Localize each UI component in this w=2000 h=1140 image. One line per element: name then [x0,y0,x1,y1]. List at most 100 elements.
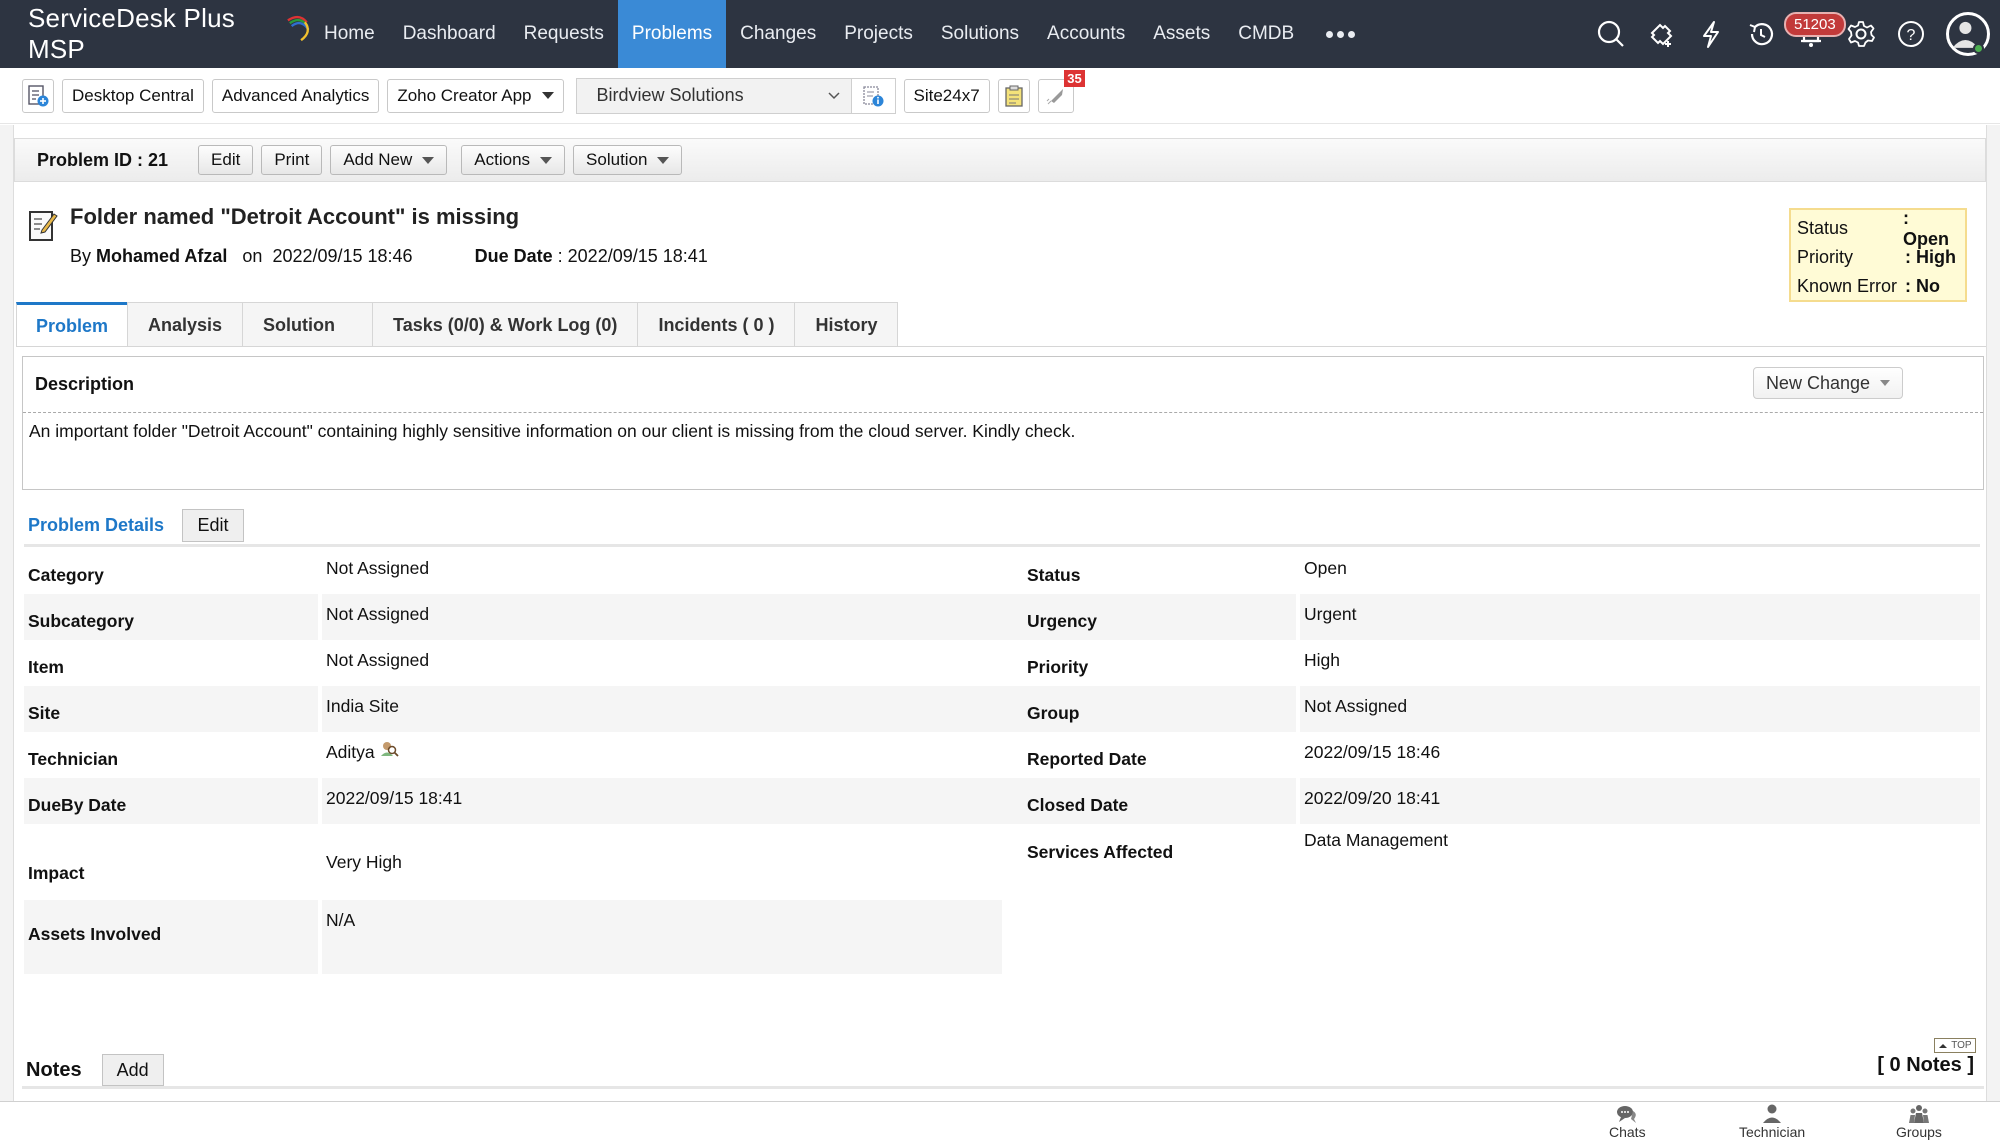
tab-tasks-worklog[interactable]: Tasks (0/0) & Work Log (0) [372,302,639,347]
problem-action-bar: Problem ID : 21 Edit Print Add New Actio… [14,138,1986,182]
new-request-template-button[interactable] [22,78,54,113]
summary-key: Known Error [1797,276,1898,296]
nav-item-projects[interactable]: Projects [830,0,927,68]
problem-details-heading[interactable]: Problem Details [28,515,164,536]
tab-incidents[interactable]: Incidents ( 0 ) [637,302,796,347]
gear-icon[interactable] [1836,0,1886,68]
detail-value: Open [1304,558,1347,578]
detail-group: Group Not Assigned [1002,686,1980,732]
tab-analysis[interactable]: Analysis [127,302,244,347]
summary-value: : No [1905,276,1940,296]
print-button[interactable]: Print [261,145,323,175]
edit-button[interactable]: Edit [198,145,254,175]
more-dots-icon[interactable] [1308,0,1373,68]
nav-item-assets[interactable]: Assets [1139,0,1224,68]
chats-button[interactable]: Chats [1609,1104,1646,1140]
account-info-button[interactable] [851,77,896,114]
nav-item-dashboard[interactable]: Dashboard [389,0,510,68]
notes-heading: Notes [26,1058,82,1081]
notepad-edit-icon [29,211,58,241]
main-nav: Home Dashboard Requests Problems Changes… [310,0,1373,68]
detail-technician: Technician Aditya [24,732,1002,778]
detail-dueby-date: DueBy Date 2022/09/15 18:41 [24,778,1002,824]
bell-icon[interactable]: 51203 [1784,0,1846,68]
ticket-add-icon[interactable] [1636,0,1686,68]
nav-item-cmdb[interactable]: CMDB [1224,0,1308,68]
nav-item-changes[interactable]: Changes [726,0,830,68]
history-icon[interactable] [1736,0,1786,68]
announcements-button[interactable]: 35 [1037,69,1085,113]
site24x7-button[interactable]: Site24x7 [903,78,990,113]
help-icon[interactable]: ? [1886,0,1936,68]
clipboard-button[interactable] [997,78,1030,113]
detail-urgency: Urgency Urgent [1002,594,1980,640]
summary-key: Status [1797,218,1849,238]
groups-icon [1908,1105,1929,1123]
detail-value: High [1304,650,1340,670]
detail-value: N/A [322,900,1002,974]
technician-search-icon[interactable] [379,740,399,760]
details-edit-button[interactable]: Edit [182,508,245,542]
tab-history[interactable]: History [794,302,899,347]
on-label: on [242,246,263,266]
nav-item-requests[interactable]: Requests [510,0,618,68]
tabs-divider [16,346,1986,347]
description-text: An important folder "Detroit Account" co… [29,421,1076,441]
groups-label: Groups [1896,1124,1942,1140]
svg-text:?: ? [1907,27,1916,44]
technician-button[interactable]: Technician [1739,1104,1805,1140]
detail-site: Site India Site [24,686,1002,732]
detail-value: Aditya [322,732,1002,778]
tab-solution[interactable]: Solution [242,302,374,347]
nav-item-accounts[interactable]: Accounts [1033,0,1139,68]
user-avatar-icon[interactable] [1936,0,2000,68]
document-add-icon [28,84,49,106]
table-row: Impact Very High Services Affected Data Ma… [24,824,1980,900]
table-row: Site India Site Group Not Assigned [24,686,1980,732]
add-new-button[interactable]: Add New [330,145,448,175]
online-status-dot [1973,43,1984,54]
summary-row-priority: Priority: High [1797,243,1959,272]
solution-button[interactable]: Solution [573,145,683,175]
chevron-down-icon [1880,380,1890,386]
new-change-button[interactable]: New Change [1752,367,1903,399]
search-icon[interactable] [1586,0,1636,68]
nav-item-problems[interactable]: Problems [617,0,727,68]
table-row: Category Not Assigned Status Open [24,548,1980,594]
chevron-down-icon [657,156,670,164]
tab-problem[interactable]: Problem [16,302,128,347]
detail-reported-date: Reported Date 2022/09/15 18:46 [1002,732,1980,778]
right-frame [1986,125,2000,1101]
advanced-analytics-button[interactable]: Advanced Analytics [211,78,380,113]
brand-logo[interactable]: ServiceDesk Plus MSP [0,0,310,68]
nav-item-solutions[interactable]: Solutions [927,0,1033,68]
problem-title: Folder named "Detroit Account" is missin… [70,204,520,229]
lightning-icon[interactable] [1686,0,1736,68]
solution-label: Solution [586,150,648,169]
actions-button[interactable]: Actions [461,145,566,175]
detail-label: Subcategory [24,594,318,640]
problem-id: Problem ID : 21 [37,149,169,170]
detail-label: Closed Date [1002,778,1296,824]
summary-value: : Open [1903,207,1950,249]
detail-services-affected: Services Affected Data Management [1002,824,1980,900]
nav-item-home[interactable]: Home [310,0,389,68]
status-summary-box: Status : Open Priority: High Known Error:… [1789,208,1967,302]
add-note-button[interactable]: Add [101,1054,164,1086]
detail-label: Site [24,686,318,732]
account-select[interactable]: Birdview Solutions [575,77,852,114]
description-header: Description New Change [23,357,1983,413]
table-row: Item Not Assigned Priority High [24,640,1980,686]
detail-status: Status Open [1002,548,1980,594]
zoho-creator-app-button[interactable]: Zoho Creator App [387,78,564,113]
detail-label: Reported Date [1027,749,1147,769]
table-row: Technician Aditya Reported Date 2022/09/15… [24,732,1980,778]
table-row: Assets Involved N/A [24,900,1980,974]
groups-button[interactable]: Groups [1896,1104,1942,1140]
created-date: 2022/09/15 18:46 [272,246,413,266]
detail-priority: Priority High [1002,640,1980,686]
technician-name[interactable]: Aditya [326,742,375,762]
detail-value: 2022/09/20 18:41 [1300,778,1980,824]
desktop-central-button[interactable]: Desktop Central [62,78,204,113]
detail-label: Status [1027,565,1081,585]
